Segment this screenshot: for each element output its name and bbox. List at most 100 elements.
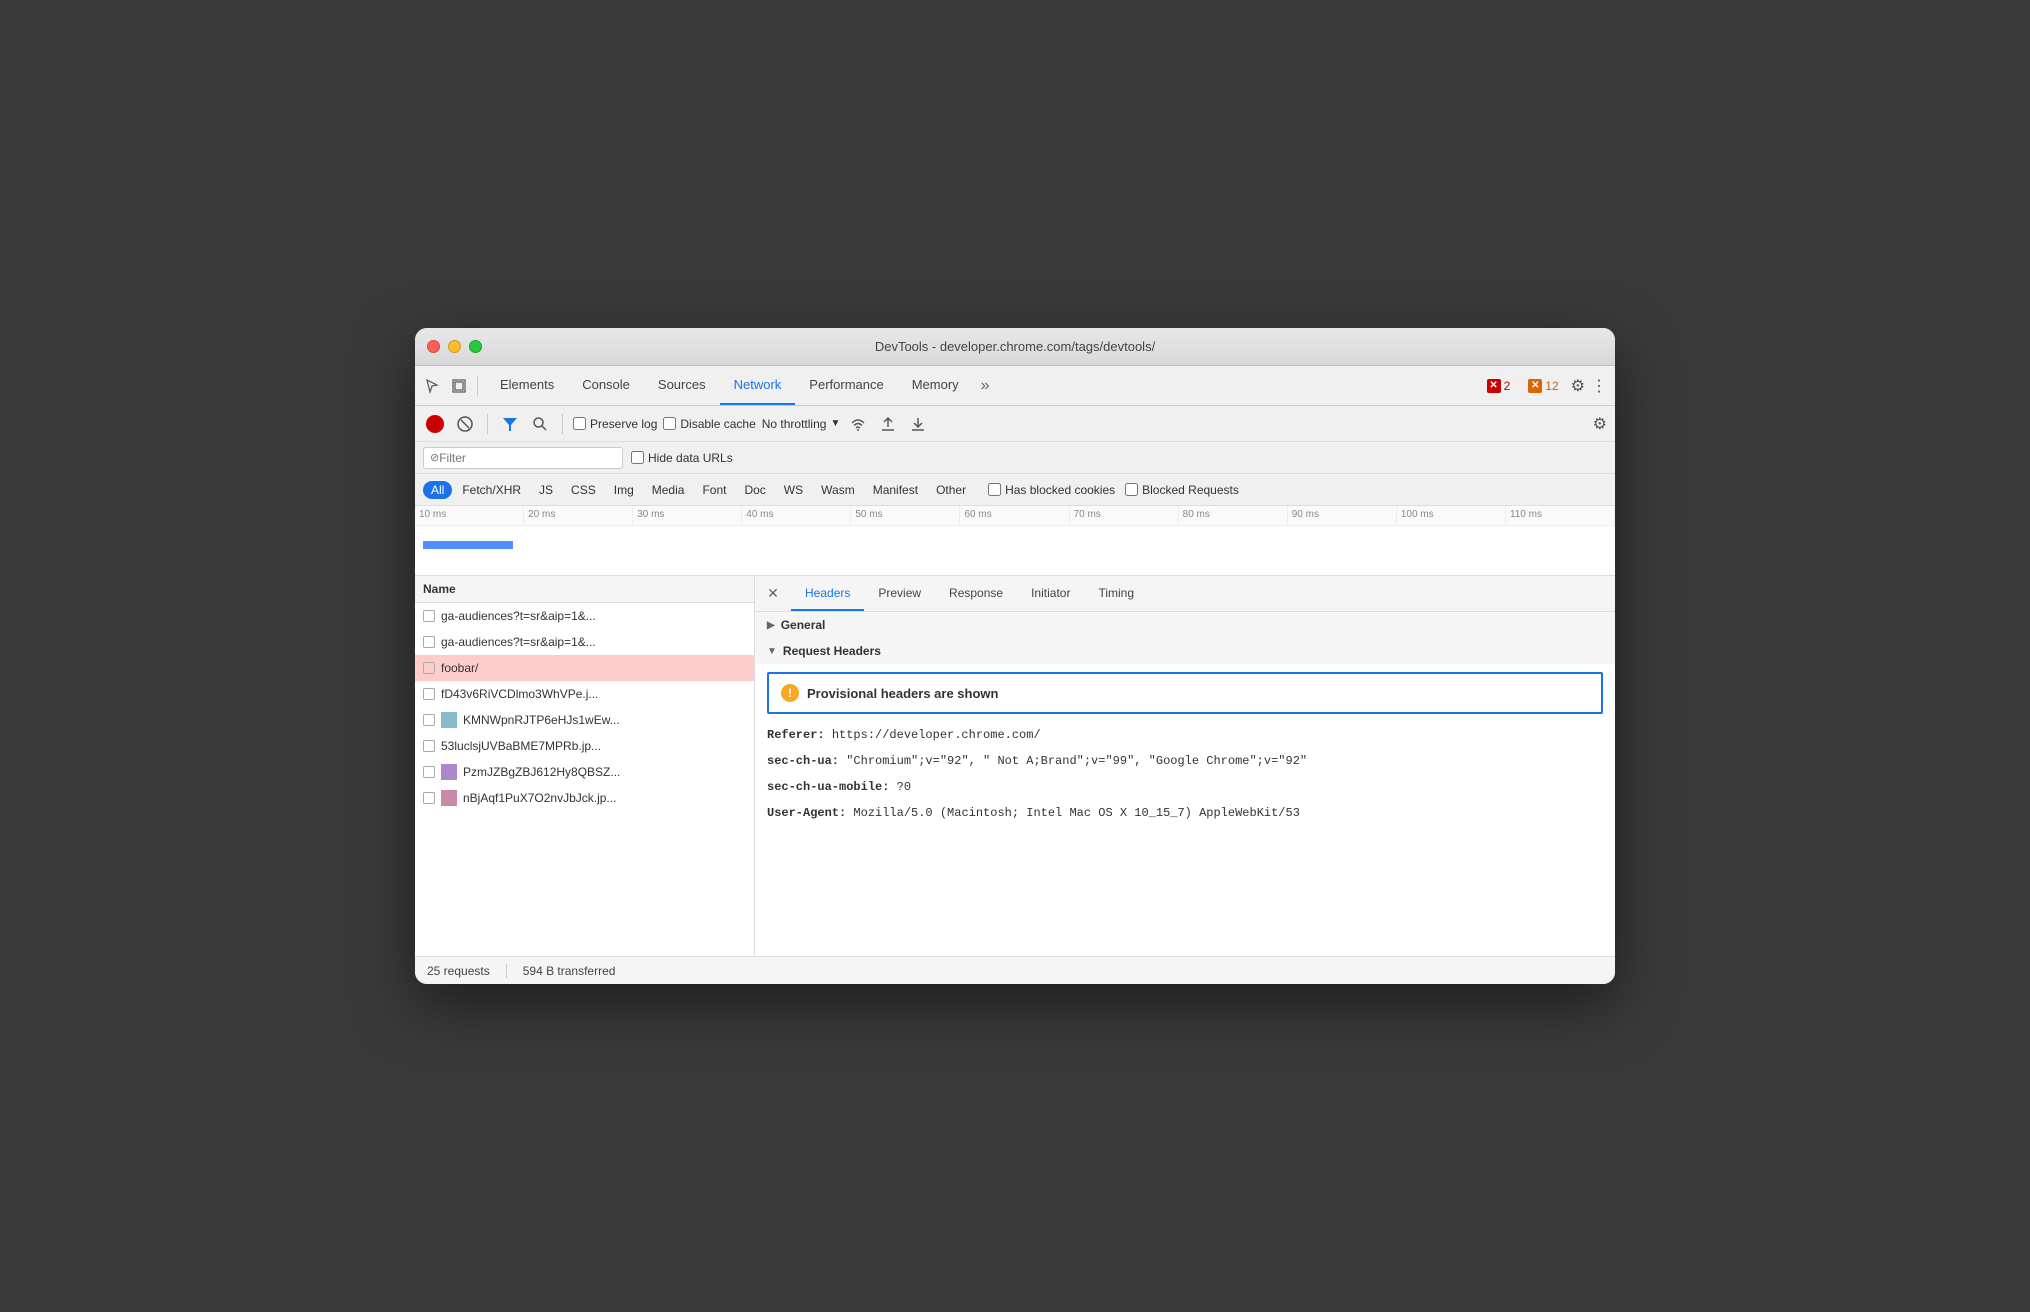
request-headers-title[interactable]: ▼ Request Headers bbox=[755, 638, 1615, 664]
minimize-button[interactable] bbox=[448, 340, 461, 353]
has-blocked-cookies-text: Has blocked cookies bbox=[1005, 483, 1115, 497]
filter-input-wrap[interactable]: ⊘ bbox=[423, 447, 623, 469]
type-btn-all[interactable]: All bbox=[423, 481, 452, 499]
filter-input[interactable] bbox=[439, 451, 616, 465]
detail-tab-timing[interactable]: Timing bbox=[1084, 576, 1148, 611]
file-list: Name ga-audiences?t=sr&aip=1&... ga-audi… bbox=[415, 576, 755, 956]
filter-icon bbox=[501, 415, 519, 433]
cursor-icon[interactable] bbox=[423, 376, 443, 396]
type-btn-media[interactable]: Media bbox=[644, 481, 693, 499]
file-checkbox-0[interactable] bbox=[423, 610, 435, 622]
window-controls bbox=[427, 340, 482, 353]
tick-10: 10 ms bbox=[415, 506, 524, 525]
error-icon: ✕ bbox=[1487, 379, 1501, 393]
network-settings-icon[interactable]: ⚙ bbox=[1593, 414, 1607, 434]
detail-tab-initiator[interactable]: Initiator bbox=[1017, 576, 1084, 611]
type-btn-other[interactable]: Other bbox=[928, 481, 974, 499]
clear-button[interactable] bbox=[453, 412, 477, 436]
filter-toggle-button[interactable] bbox=[498, 412, 522, 436]
wifi-icon-btn[interactable] bbox=[846, 412, 870, 436]
warning-badge[interactable]: ✕ 12 bbox=[1522, 377, 1564, 395]
tab-network[interactable]: Network bbox=[720, 366, 796, 405]
tick-30: 30 ms bbox=[633, 506, 742, 525]
type-btn-css[interactable]: CSS bbox=[563, 481, 604, 499]
clear-icon bbox=[456, 415, 474, 433]
hide-urls-checkbox[interactable] bbox=[631, 451, 644, 464]
more-tabs-button[interactable]: » bbox=[973, 366, 998, 405]
type-btn-ws[interactable]: WS bbox=[776, 481, 811, 499]
search-button[interactable] bbox=[528, 412, 552, 436]
close-button[interactable] bbox=[427, 340, 440, 353]
left-icons bbox=[423, 376, 478, 396]
file-name-0: ga-audiences?t=sr&aip=1&... bbox=[441, 609, 746, 623]
more-options-icon[interactable]: ⋮ bbox=[1591, 376, 1607, 396]
filter-bar: ⊘ Hide data URLs bbox=[415, 442, 1615, 474]
list-item[interactable]: fD43v6RiVCDlmo3WhVPe.j... bbox=[415, 681, 754, 707]
maximize-button[interactable] bbox=[469, 340, 482, 353]
list-item[interactable]: nBjAqf1PuX7O2nvJbJck.jp... bbox=[415, 785, 754, 811]
window-title: DevTools - developer.chrome.com/tags/dev… bbox=[875, 339, 1155, 354]
list-item[interactable]: KMNWpnRJTP6eHJs1wEw... bbox=[415, 707, 754, 733]
file-checkbox-1[interactable] bbox=[423, 636, 435, 648]
file-checkbox-6[interactable] bbox=[423, 766, 435, 778]
tick-60: 60 ms bbox=[960, 506, 1069, 525]
file-list-items: ga-audiences?t=sr&aip=1&... ga-audiences… bbox=[415, 603, 754, 956]
list-item[interactable]: PzmJZBgZBJ612Hy8QBSZ... bbox=[415, 759, 754, 785]
devtools-window: DevTools - developer.chrome.com/tags/dev… bbox=[415, 328, 1615, 984]
preserve-log-checkbox[interactable] bbox=[573, 417, 586, 430]
error-count: 2 bbox=[1504, 379, 1511, 393]
file-checkbox-7[interactable] bbox=[423, 792, 435, 804]
has-blocked-cookies-label[interactable]: Has blocked cookies bbox=[988, 483, 1115, 497]
type-btn-js[interactable]: JS bbox=[531, 481, 561, 499]
user-agent-key: User-Agent: bbox=[767, 806, 846, 820]
file-name-1: ga-audiences?t=sr&aip=1&... bbox=[441, 635, 746, 649]
type-btn-font[interactable]: Font bbox=[694, 481, 734, 499]
close-detail-button[interactable]: ✕ bbox=[763, 584, 783, 604]
type-btn-doc[interactable]: Doc bbox=[736, 481, 773, 499]
type-btn-wasm[interactable]: Wasm bbox=[813, 481, 863, 499]
download-icon bbox=[909, 415, 927, 433]
list-item[interactable]: ga-audiences?t=sr&aip=1&... bbox=[415, 629, 754, 655]
type-filter-bar: All Fetch/XHR JS CSS Img Media Font Doc … bbox=[415, 474, 1615, 506]
tab-sources[interactable]: Sources bbox=[644, 366, 720, 405]
file-name-2: foobar/ bbox=[441, 661, 746, 675]
type-btn-img[interactable]: Img bbox=[606, 481, 642, 499]
layers-icon[interactable] bbox=[449, 376, 469, 396]
list-item-selected[interactable]: foobar/ bbox=[415, 655, 754, 681]
disable-cache-label[interactable]: Disable cache bbox=[663, 417, 755, 431]
blocked-requests-label[interactable]: Blocked Requests bbox=[1125, 483, 1239, 497]
disable-cache-checkbox[interactable] bbox=[663, 417, 676, 430]
detail-tab-preview[interactable]: Preview bbox=[864, 576, 935, 611]
detail-tab-response[interactable]: Response bbox=[935, 576, 1017, 611]
record-button[interactable] bbox=[423, 412, 447, 436]
file-checkbox-2[interactable] bbox=[423, 662, 435, 674]
download-button[interactable] bbox=[906, 412, 930, 436]
status-divider bbox=[506, 964, 507, 978]
provisional-warning-text: Provisional headers are shown bbox=[807, 686, 998, 701]
detail-tab-headers[interactable]: Headers bbox=[791, 576, 864, 611]
tab-console[interactable]: Console bbox=[568, 366, 644, 405]
list-item[interactable]: 53luclsjUVBaBME7MPRb.jp... bbox=[415, 733, 754, 759]
file-checkbox-3[interactable] bbox=[423, 688, 435, 700]
type-btn-fetch-xhr[interactable]: Fetch/XHR bbox=[454, 481, 529, 499]
settings-icon[interactable]: ⚙ bbox=[1571, 376, 1585, 396]
tab-memory[interactable]: Memory bbox=[898, 366, 973, 405]
tab-performance[interactable]: Performance bbox=[795, 366, 897, 405]
file-checkbox-5[interactable] bbox=[423, 740, 435, 752]
preserve-log-label[interactable]: Preserve log bbox=[573, 417, 657, 431]
file-checkbox-4[interactable] bbox=[423, 714, 435, 726]
hide-urls-label[interactable]: Hide data URLs bbox=[631, 451, 733, 465]
throttle-select[interactable]: No throttling ▼ bbox=[762, 417, 841, 431]
throttle-label: No throttling bbox=[762, 417, 827, 431]
upload-button[interactable] bbox=[876, 412, 900, 436]
error-badge[interactable]: ✕ 2 bbox=[1481, 377, 1517, 395]
preserve-log-text: Preserve log bbox=[590, 417, 657, 431]
has-blocked-cookies-checkbox[interactable] bbox=[988, 483, 1001, 496]
network-toolbar: Preserve log Disable cache No throttling… bbox=[415, 406, 1615, 442]
blocked-requests-checkbox[interactable] bbox=[1125, 483, 1138, 496]
general-section-header[interactable]: ▶ General bbox=[755, 612, 1615, 638]
type-btn-manifest[interactable]: Manifest bbox=[865, 481, 926, 499]
tab-elements[interactable]: Elements bbox=[486, 366, 568, 405]
list-item[interactable]: ga-audiences?t=sr&aip=1&... bbox=[415, 603, 754, 629]
sec-ch-ua-key: sec-ch-ua: bbox=[767, 754, 839, 768]
